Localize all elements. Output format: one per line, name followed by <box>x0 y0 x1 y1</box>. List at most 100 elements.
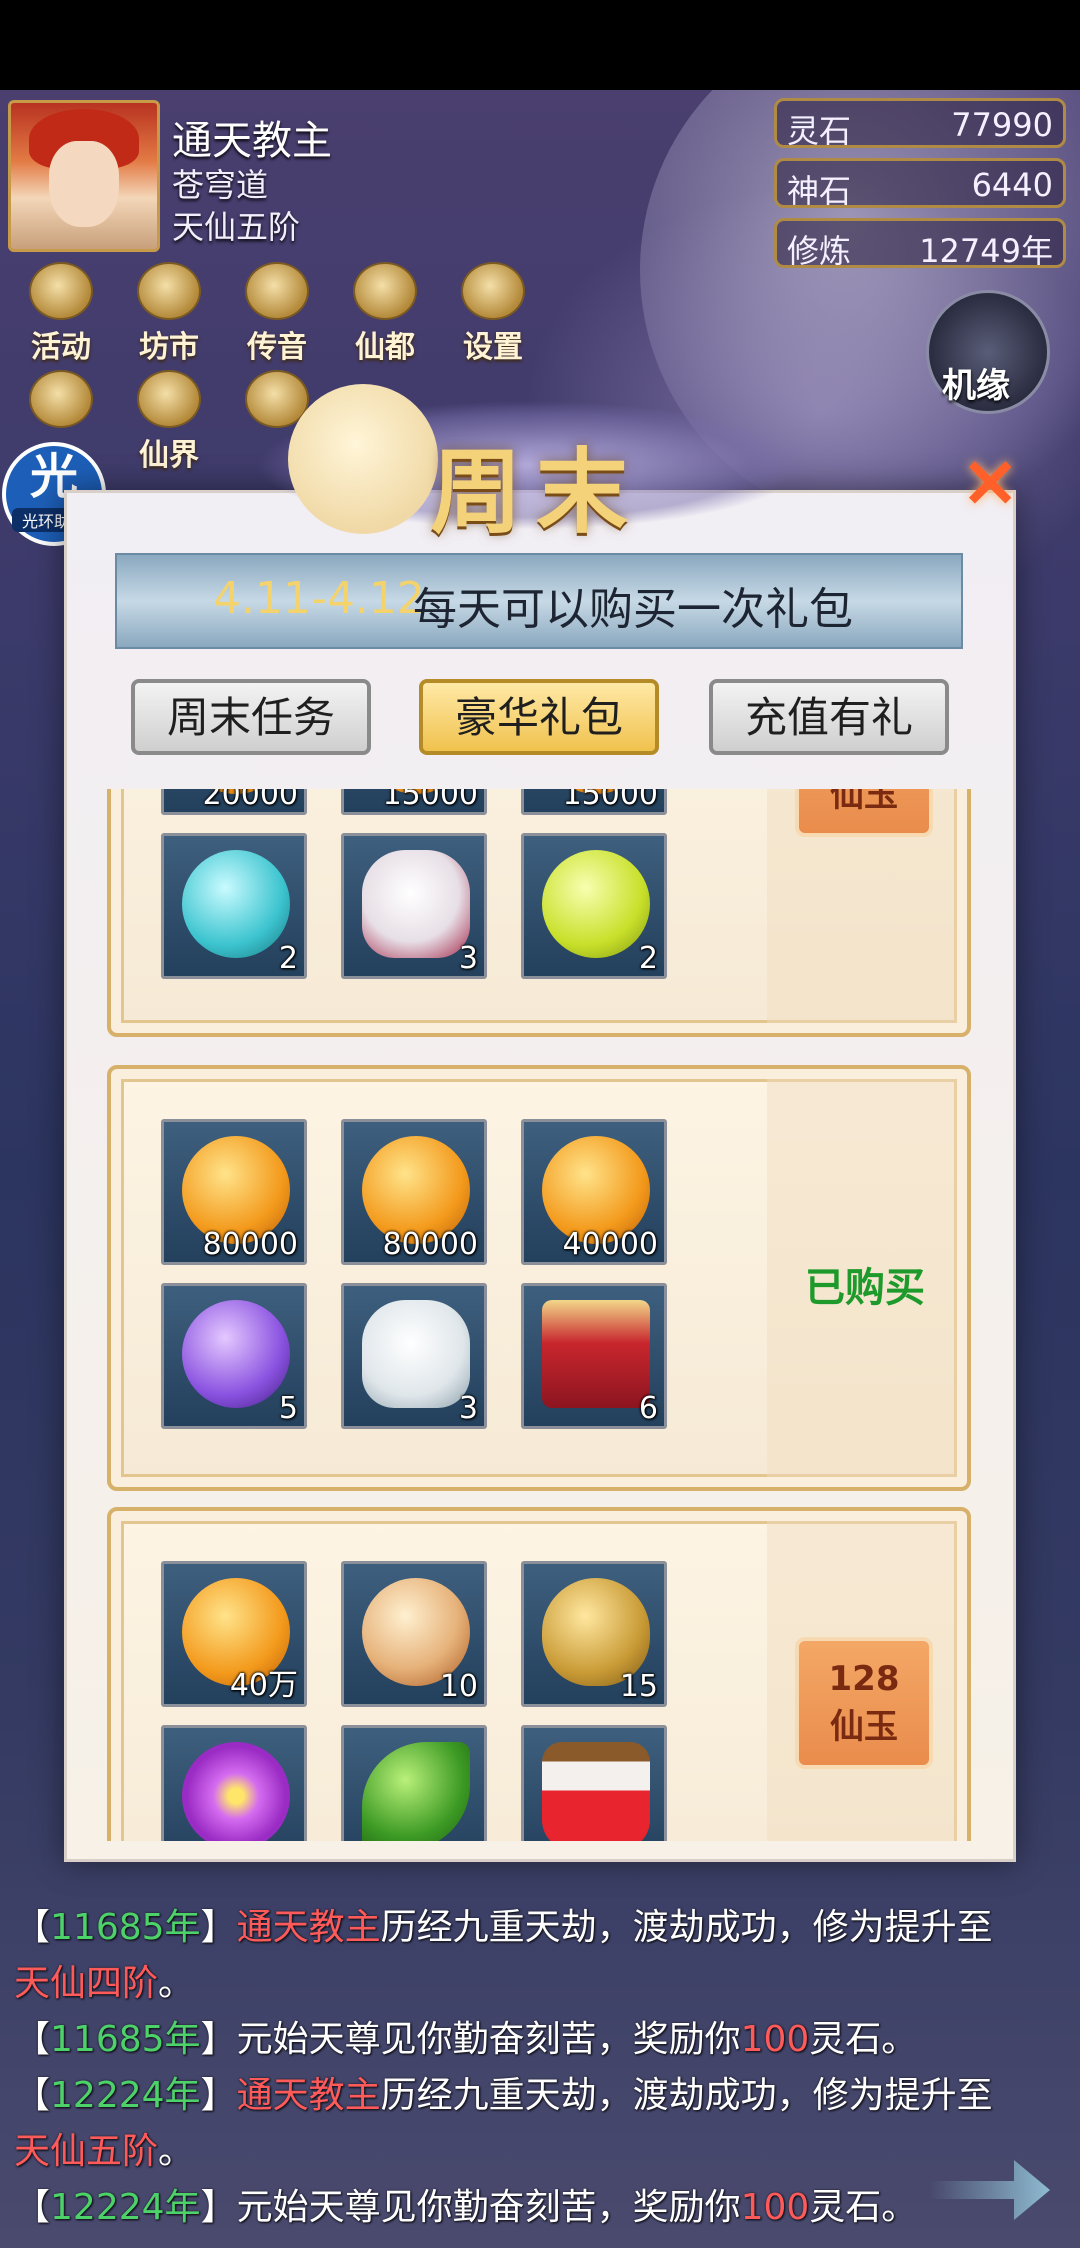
log-bracket: 】 <box>200 2019 237 2060</box>
log-player-name: 通天教主 <box>236 2075 381 2116</box>
price-unit: 仙玉 <box>830 1707 898 1747</box>
log-text: 。 <box>158 1963 195 2004</box>
blue-berries-icon <box>182 850 290 958</box>
banner-date: 4.11-4.12 <box>213 573 425 624</box>
log-bracket: 】 <box>200 2187 237 2228</box>
log-bracket: 【 <box>14 2187 51 2228</box>
log-line: 【11685年】元始天尊见你勤奋刻苦，奖励你100灵石。 <box>14 2012 1074 2068</box>
pack-item[interactable] <box>521 1725 667 1841</box>
item-qty: 2 <box>638 941 658 976</box>
event-log: 【11685年】通天教主历经九重天劫，渡劫成功，修为提升至 天仙四阶。 【116… <box>14 1900 1074 2236</box>
item-qty: 5 <box>278 1391 298 1426</box>
item-qty: 20000 <box>202 789 298 812</box>
pack-item[interactable]: 40000 <box>521 1119 667 1265</box>
pack-item[interactable]: 15000 <box>521 789 667 815</box>
log-bracket: 】 <box>200 2075 237 2116</box>
menu-message-button[interactable]: 传音 <box>234 262 320 365</box>
log-text: 历经九重天劫，渡劫成功，修为提升至 <box>380 2075 993 2116</box>
pack-item[interactable]: 40万 <box>161 1561 307 1707</box>
pack-item[interactable]: 3 <box>341 833 487 979</box>
log-text: 历经九重天劫，渡劫成功，修为提升至 <box>380 1907 993 1948</box>
pagoda-icon <box>353 262 417 320</box>
item-qty: 3 <box>458 1391 478 1426</box>
item-qty: 40万 <box>229 1668 298 1703</box>
item-qty: 15 <box>619 1669 658 1704</box>
stat-label: 修炼 <box>787 232 852 270</box>
dialog-title: 周末 <box>430 439 643 546</box>
pack-item[interactable]: 15 <box>521 1561 667 1707</box>
gear-icon <box>461 262 525 320</box>
pack-list[interactable]: 20000 15000 15000 2 3 2 仙玉 80000 80000 4… <box>107 789 979 1841</box>
menu-market-button[interactable]: 坊市 <box>126 262 212 365</box>
pack-item[interactable]: 2 <box>521 833 667 979</box>
item-qty: 80000 <box>382 1227 478 1262</box>
log-line: 【12224年】元始天尊见你勤奋刻苦，奖励你100灵石。 <box>14 2180 1074 2236</box>
house-icon <box>29 370 93 428</box>
white-vase-icon <box>362 1300 470 1408</box>
menu-capital-button[interactable]: 仙都 <box>342 262 428 365</box>
stat-value: 6440 <box>971 166 1053 204</box>
tab-weekend-tasks[interactable]: 周末任务 <box>131 679 371 755</box>
envelope-icon <box>245 262 309 320</box>
purple-fruit-icon <box>182 1300 290 1408</box>
pack-item[interactable]: 20000 <box>161 789 307 815</box>
price-button[interactable]: 128 仙玉 <box>795 1637 933 1769</box>
stat-lingshi: 灵石 77990 <box>774 98 1066 150</box>
log-line: 天仙五阶。 <box>14 2124 1074 2180</box>
pack-item[interactable]: 10 <box>341 1561 487 1707</box>
stat-label: 神石 <box>787 172 852 210</box>
item-qty: 2 <box>278 941 298 976</box>
player-sect: 苍穹道 <box>172 166 269 204</box>
log-realm: 天仙五阶 <box>14 2131 159 2172</box>
item-qty: 10 <box>439 1669 478 1704</box>
price-button[interactable]: 18 仙玉 <box>795 789 933 837</box>
lotus-flower-icon <box>182 1742 290 1841</box>
pack-item[interactable]: 80000 <box>341 1119 487 1265</box>
tab-recharge-rewards[interactable]: 充值有礼 <box>709 679 949 755</box>
log-bracket: 】 <box>200 1907 237 1948</box>
jiyuan-label: 机缘 <box>942 366 1010 406</box>
log-line: 【12224年】通天教主历经九重天劫，渡劫成功，修为提升至 <box>14 2068 1074 2124</box>
pack-item[interactable]: 5 <box>161 1283 307 1429</box>
item-qty: 3 <box>458 941 478 976</box>
player-realm: 天仙五阶 <box>172 208 301 246</box>
menu-label: 设置 <box>463 330 523 365</box>
log-player-name: 通天教主 <box>236 1907 381 1948</box>
banner-text: 每天可以购买一次礼包 <box>413 584 853 635</box>
stat-value: 77990 <box>951 106 1053 144</box>
menu-label: 活动 <box>31 330 91 365</box>
menu-label: 仙都 <box>355 330 415 365</box>
log-text: 元始天尊见你勤奋刻苦，奖励你 <box>236 2187 741 2228</box>
log-line: 【11685年】通天教主历经九重天劫，渡劫成功，修为提升至 <box>14 1900 1074 1956</box>
log-text: 灵石。 <box>809 2187 918 2228</box>
close-icon[interactable]: × <box>960 444 1020 516</box>
weekend-dialog: 4.11-4.12 每天可以购买一次礼包 周末任务 豪华礼包 充值有礼 2000… <box>64 490 1016 1862</box>
menu-activity-button[interactable]: 活动 <box>18 262 104 365</box>
pack-item[interactable]: 6 <box>521 1283 667 1429</box>
log-text: 。 <box>158 2131 195 2172</box>
log-year: 11685年 <box>50 2019 201 2060</box>
star-orb-icon <box>542 850 650 958</box>
log-bracket: 【 <box>14 2075 51 2116</box>
pack-item[interactable]: 15000 <box>341 789 487 815</box>
log-bracket: 【 <box>14 1907 51 1948</box>
pack-card: 20000 15000 15000 2 3 2 仙玉 <box>107 789 971 1037</box>
pack-item[interactable] <box>161 1725 307 1841</box>
pack-item[interactable]: 3 <box>341 1283 487 1429</box>
log-bracket: 【 <box>14 2019 51 2060</box>
player-avatar[interactable] <box>8 100 160 252</box>
menu-settings-button[interactable]: 设置 <box>450 262 536 365</box>
log-line: 天仙四阶。 <box>14 1956 1074 2012</box>
item-qty: 40000 <box>562 1227 658 1262</box>
log-text: 元始天尊见你勤奋刻苦，奖励你 <box>236 2019 741 2060</box>
pack-item[interactable] <box>341 1725 487 1841</box>
log-realm: 天仙四阶 <box>14 1963 159 2004</box>
tab-deluxe-pack[interactable]: 豪华礼包 <box>419 679 659 755</box>
menu-label: 传音 <box>247 330 307 365</box>
porcelain-vase-icon <box>362 850 470 958</box>
log-year: 12224年 <box>50 2187 201 2228</box>
pack-item[interactable]: 2 <box>161 833 307 979</box>
stat-value: 12749年 <box>919 232 1053 270</box>
log-year: 11685年 <box>50 1907 201 1948</box>
pack-item[interactable]: 80000 <box>161 1119 307 1265</box>
